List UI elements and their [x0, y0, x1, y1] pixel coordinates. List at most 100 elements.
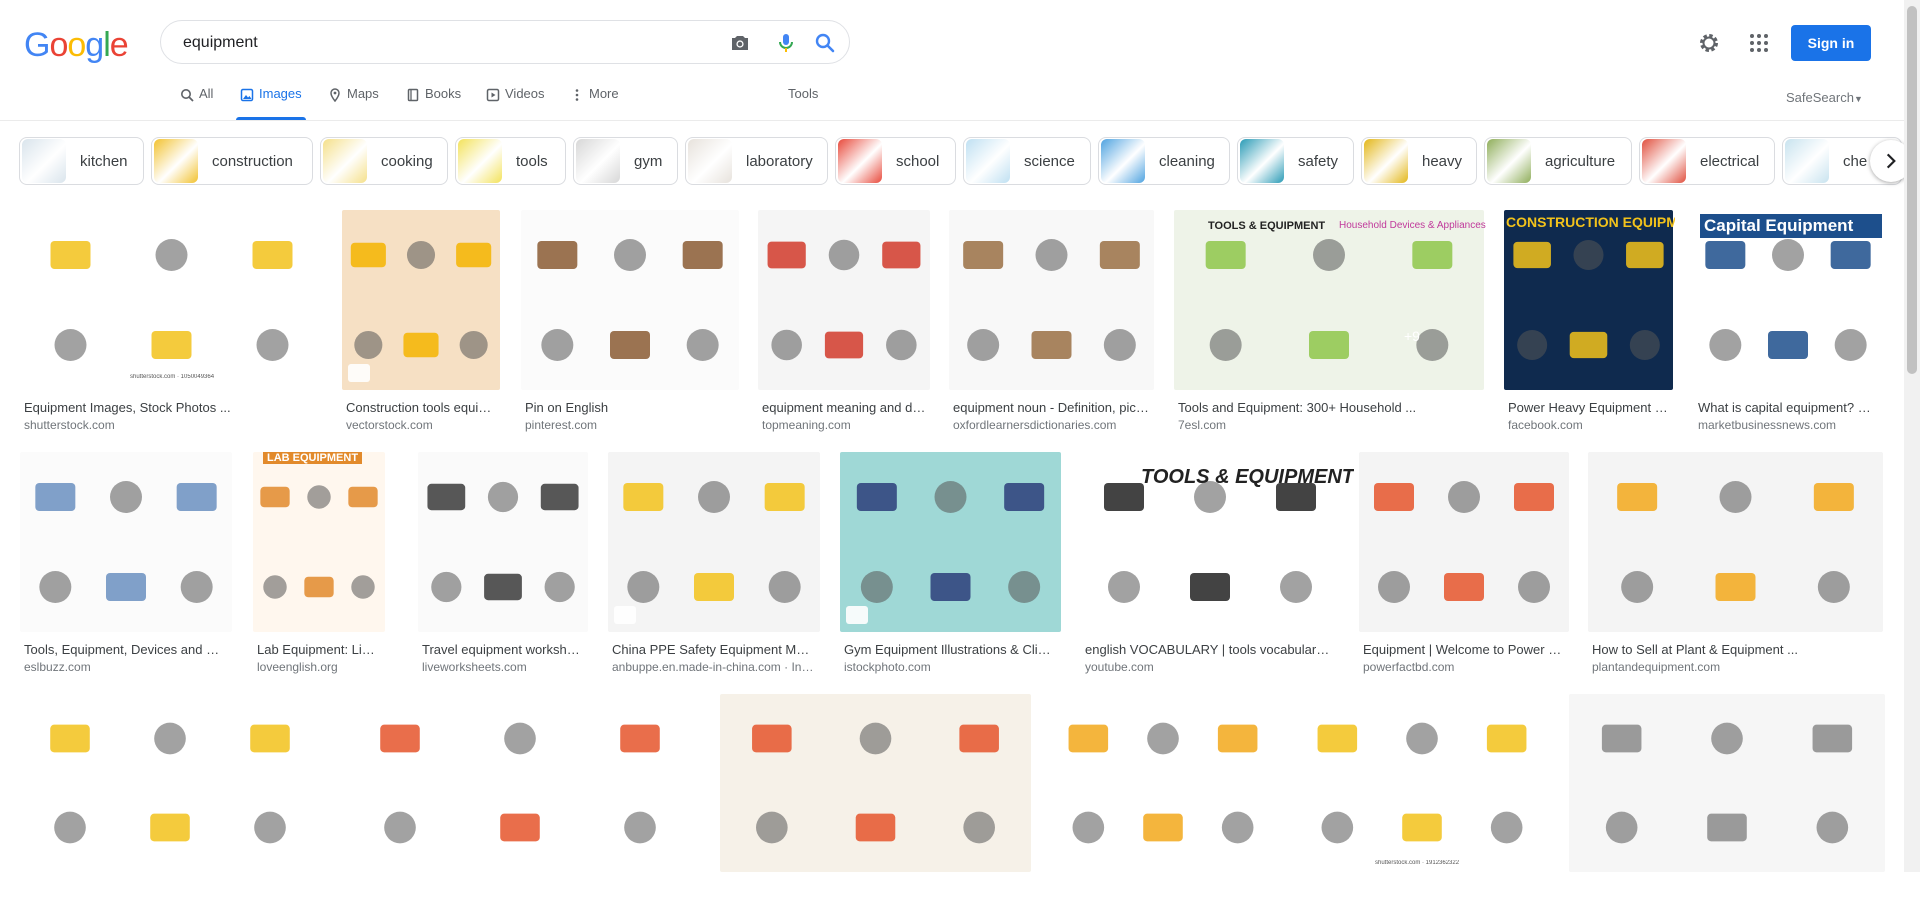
tab-more[interactable]: More [570, 86, 619, 120]
result-thumbnail[interactable] [608, 452, 820, 632]
image-result[interactable]: Gym Equipment Illustrations & Clip A... i… [840, 452, 1061, 678]
result-title[interactable]: Gym Equipment Illustrations & Clip A... [844, 642, 1057, 657]
apps-grid-icon[interactable] [1747, 31, 1771, 55]
result-source[interactable]: 7esl.com [1178, 418, 1480, 432]
result-source[interactable]: topmeaning.com [762, 418, 926, 432]
result-source[interactable]: oxfordlearnersdictionaries.com [953, 418, 1150, 432]
tab-images[interactable]: Images [236, 86, 306, 120]
result-thumbnail[interactable] [1588, 452, 1883, 632]
result-thumbnail[interactable] [1359, 452, 1569, 632]
result-source[interactable]: youtube.com [1085, 660, 1335, 674]
result-thumbnail[interactable] [1174, 210, 1484, 390]
result-thumbnail[interactable] [758, 210, 930, 390]
result-thumbnail[interactable] [1051, 694, 1275, 872]
image-result[interactable] [1569, 694, 1885, 918]
chip-agriculture[interactable]: agriculture [1484, 137, 1632, 185]
result-thumbnail[interactable] [342, 210, 500, 390]
result-source[interactable]: facebook.com [1508, 418, 1669, 432]
result-thumbnail[interactable] [1504, 210, 1673, 390]
image-result[interactable] [20, 694, 320, 918]
result-thumbnail[interactable] [340, 694, 700, 872]
mic-icon[interactable] [774, 31, 798, 55]
result-thumbnail[interactable] [1295, 694, 1549, 872]
image-result[interactable]: Equipment | Welcome to Power Fa... powerf… [1359, 452, 1569, 678]
result-title[interactable]: Power Heavy Equipment an... [1508, 400, 1669, 415]
result-source[interactable]: plantandequipment.com [1592, 660, 1879, 674]
image-result[interactable]: LAB EQUIPMENT Lab Equipment: List of ... l… [253, 452, 385, 678]
result-thumbnail[interactable] [1569, 694, 1885, 872]
chip-cleaning[interactable]: cleaning [1098, 137, 1230, 185]
result-source[interactable]: liveworksheets.com [422, 660, 584, 674]
result-title[interactable]: Pin on English [525, 400, 735, 415]
result-source[interactable]: powerfactbd.com [1363, 660, 1565, 674]
result-title[interactable]: Lab Equipment: List of ... [257, 642, 381, 657]
tab-all[interactable]: All [180, 86, 213, 120]
tab-books[interactable]: Books [406, 86, 461, 120]
safesearch-dropdown[interactable]: SafeSearch▼ [1786, 90, 1863, 105]
camera-icon[interactable] [728, 31, 752, 55]
result-title[interactable]: Equipment | Welcome to Power Fa... [1363, 642, 1565, 657]
search-input[interactable] [181, 29, 665, 57]
image-result[interactable]: CONSTRUCTION EQUIPMEN Power Heavy Equipme… [1504, 210, 1675, 436]
chip-electrical[interactable]: electrical [1639, 137, 1775, 185]
image-result[interactable]: equipment meaning and de... topmeaning.co… [758, 210, 930, 436]
result-source[interactable]: anbuppe.en.made-in-china.com · In st... [612, 660, 816, 674]
result-title[interactable]: Construction tools equip... [346, 400, 496, 415]
result-thumbnail[interactable] [20, 452, 232, 632]
result-thumbnail[interactable] [720, 694, 1031, 872]
result-title[interactable]: How to Sell at Plant & Equipment ... [1592, 642, 1879, 657]
image-result[interactable]: Capital Equipment What is capital equipme… [1694, 210, 1882, 436]
image-result[interactable] [340, 694, 700, 918]
chip-laboratory[interactable]: laboratory [685, 137, 828, 185]
search-icon[interactable] [813, 31, 837, 55]
chip-tools[interactable]: tools [455, 137, 566, 185]
result-source[interactable]: eslbuzz.com [24, 660, 228, 674]
result-thumbnail[interactable] [20, 694, 320, 872]
image-result[interactable]: TOOLS & EQUIPMENT english VOCABULARY | to… [1081, 452, 1354, 678]
result-title[interactable]: equipment noun - Definition, pictu... [953, 400, 1150, 415]
chip-heavy[interactable]: heavy [1361, 137, 1477, 185]
image-result[interactable]: shutterstock.com · 1912362322 [1295, 694, 1549, 918]
chip-kitchen[interactable]: kitchen [19, 137, 144, 185]
result-title[interactable]: Equipment Images, Stock Photos ... [24, 400, 319, 415]
image-result[interactable]: Tools, Equipment, Devices and Ho... eslbu… [20, 452, 232, 678]
chip-science[interactable]: science [963, 137, 1091, 185]
result-title[interactable]: english VOCABULARY | tools vocabulary ..… [1085, 642, 1335, 657]
result-thumbnail[interactable] [840, 452, 1061, 632]
chip-safety[interactable]: safety [1237, 137, 1354, 185]
result-source[interactable]: pinterest.com [525, 418, 735, 432]
chip-gym[interactable]: gym [573, 137, 678, 185]
result-thumbnail[interactable] [418, 452, 588, 632]
result-thumbnail[interactable] [949, 210, 1154, 390]
image-result[interactable]: How to Sell at Plant & Equipment ... plan… [1588, 452, 1883, 678]
tab-maps[interactable]: Maps [328, 86, 379, 120]
result-thumbnail[interactable] [253, 452, 385, 632]
image-result[interactable]: Travel equipment worksheet liveworksheets… [418, 452, 588, 678]
result-thumbnail[interactable] [521, 210, 739, 390]
image-result[interactable] [720, 694, 1031, 918]
result-source[interactable]: marketbusinessnews.com [1698, 418, 1878, 432]
chip-construction[interactable]: construction [151, 137, 313, 185]
image-result[interactable] [1051, 694, 1275, 918]
result-title[interactable]: equipment meaning and de... [762, 400, 926, 415]
image-result[interactable]: TOOLS & EQUIPMENT Household Devices & App… [1174, 210, 1486, 436]
result-source[interactable]: istockphoto.com [844, 660, 1057, 674]
tools-button[interactable]: Tools [788, 86, 818, 101]
image-result[interactable]: Construction tools equip... vectorstock.c… [342, 210, 500, 436]
image-result[interactable]: China PPE Safety Equipment Manuf... anbup… [608, 452, 820, 678]
sign-in-button[interactable]: Sign in [1791, 25, 1871, 61]
result-source[interactable]: vectorstock.com [346, 418, 496, 432]
gear-icon[interactable] [1697, 31, 1721, 55]
result-title[interactable]: What is capital equipment? Def... [1698, 400, 1878, 415]
result-source[interactable]: shutterstock.com [24, 418, 319, 432]
scrollbar-thumb[interactable] [1907, 6, 1917, 374]
result-thumbnail[interactable] [20, 210, 323, 390]
result-source[interactable]: loveenglish.org [257, 660, 381, 674]
image-result[interactable]: shutterstock.com · 1050049364 Equipment I… [20, 210, 323, 436]
result-title[interactable]: Tools, Equipment, Devices and Ho... [24, 642, 228, 657]
result-title[interactable]: Tools and Equipment: 300+ Household ... [1178, 400, 1480, 415]
google-logo[interactable]: Google [24, 26, 129, 65]
result-title[interactable]: Travel equipment worksheet [422, 642, 584, 657]
image-result[interactable]: Pin on English pinterest.com [521, 210, 739, 436]
search-box[interactable] [160, 20, 850, 64]
